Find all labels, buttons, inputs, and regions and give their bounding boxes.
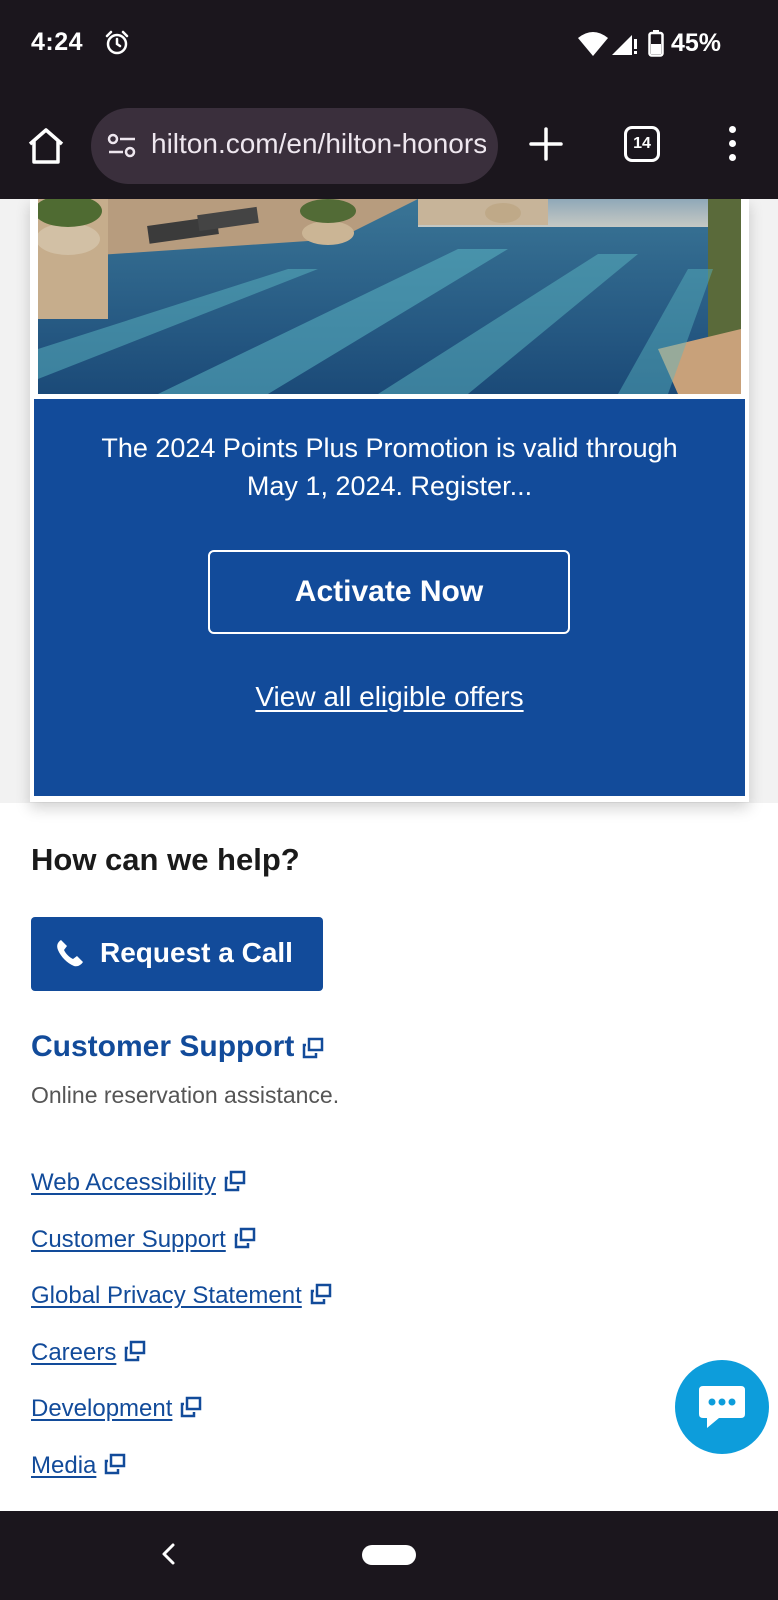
customer-support-heading-link[interactable]: Customer Support <box>31 1030 324 1064</box>
footer-link-global-privacy-statement[interactable]: Global Privacy Statement <box>31 1282 332 1339</box>
address-bar[interactable]: hilton.com/en/hilton-honors <box>91 108 498 184</box>
footer-link-customer-support[interactable]: Customer Support <box>31 1226 332 1283</box>
wifi-icon <box>578 32 608 56</box>
resort-pool-image <box>38 199 741 394</box>
help-heading: How can we help? <box>31 842 300 877</box>
alarm-icon <box>105 30 129 55</box>
status-time: 4:24 <box>31 28 84 56</box>
chat-bubble-icon <box>699 1386 745 1428</box>
footer-link-web-accessibility[interactable]: Web Accessibility <box>31 1169 332 1226</box>
home-icon[interactable] <box>24 124 68 168</box>
back-icon[interactable] <box>154 1539 184 1569</box>
new-tab-icon[interactable] <box>528 126 564 162</box>
footer-links: Web Accessibility Customer Support Globa… <box>31 1169 332 1509</box>
footer-link-careers[interactable]: Careers <box>31 1339 332 1396</box>
web-page: The 2024 Points Plus Promotion is valid … <box>0 199 778 1511</box>
status-bar: 4:24 45% <box>0 0 778 92</box>
external-link-icon <box>234 1227 256 1248</box>
footer-link-label: Customer Support <box>31 1225 226 1253</box>
battery-icon <box>648 30 664 57</box>
tab-switcher-button[interactable]: 14 <box>624 126 660 162</box>
footer-link-media[interactable]: Media <box>31 1452 332 1509</box>
system-navigation-bar <box>0 1511 778 1600</box>
promo-card: The 2024 Points Plus Promotion is valid … <box>30 199 749 802</box>
external-link-icon <box>181 1397 202 1418</box>
battery-percent: 45% <box>671 29 722 57</box>
url-text[interactable]: hilton.com/en/hilton-honors <box>151 128 486 160</box>
site-settings-icon[interactable] <box>107 132 137 160</box>
footer-link-label: Global Privacy Statement <box>31 1282 302 1310</box>
footer-link-label: Careers <box>31 1338 117 1366</box>
phone-icon <box>57 940 83 967</box>
footer-link-label: Media <box>31 1451 97 1479</box>
promo-description: The 2024 Points Plus Promotion is valid … <box>101 433 678 501</box>
promo-panel: The 2024 Points Plus Promotion is valid … <box>34 399 745 796</box>
footer-link-development[interactable]: Development <box>31 1395 332 1452</box>
footer-link-label: Web Accessibility <box>31 1169 216 1196</box>
external-link-icon <box>105 1453 126 1475</box>
browser-toolbar: hilton.com/en/hilton-honors 14 <box>0 92 778 199</box>
footer-link-label: Development <box>31 1395 173 1423</box>
external-link-icon <box>224 1170 246 1192</box>
external-link-icon <box>310 1283 332 1305</box>
menu-icon[interactable] <box>722 122 742 166</box>
chat-button[interactable] <box>675 1360 769 1454</box>
customer-support-description: Online reservation assistance. <box>31 1082 340 1108</box>
request-call-label: Request a Call <box>100 937 293 968</box>
view-eligible-offers-link[interactable]: View all eligible offers <box>34 681 745 713</box>
external-link-icon <box>303 1037 324 1059</box>
pool-illustration <box>38 199 741 394</box>
external-link-icon <box>125 1340 146 1362</box>
home-gesture-pill[interactable] <box>362 1545 416 1565</box>
request-call-button[interactable]: Request a Call <box>31 917 323 991</box>
activate-now-button[interactable]: Activate Now <box>208 550 570 634</box>
signal-icon <box>612 35 637 55</box>
customer-support-title: Customer Support <box>31 1030 295 1063</box>
